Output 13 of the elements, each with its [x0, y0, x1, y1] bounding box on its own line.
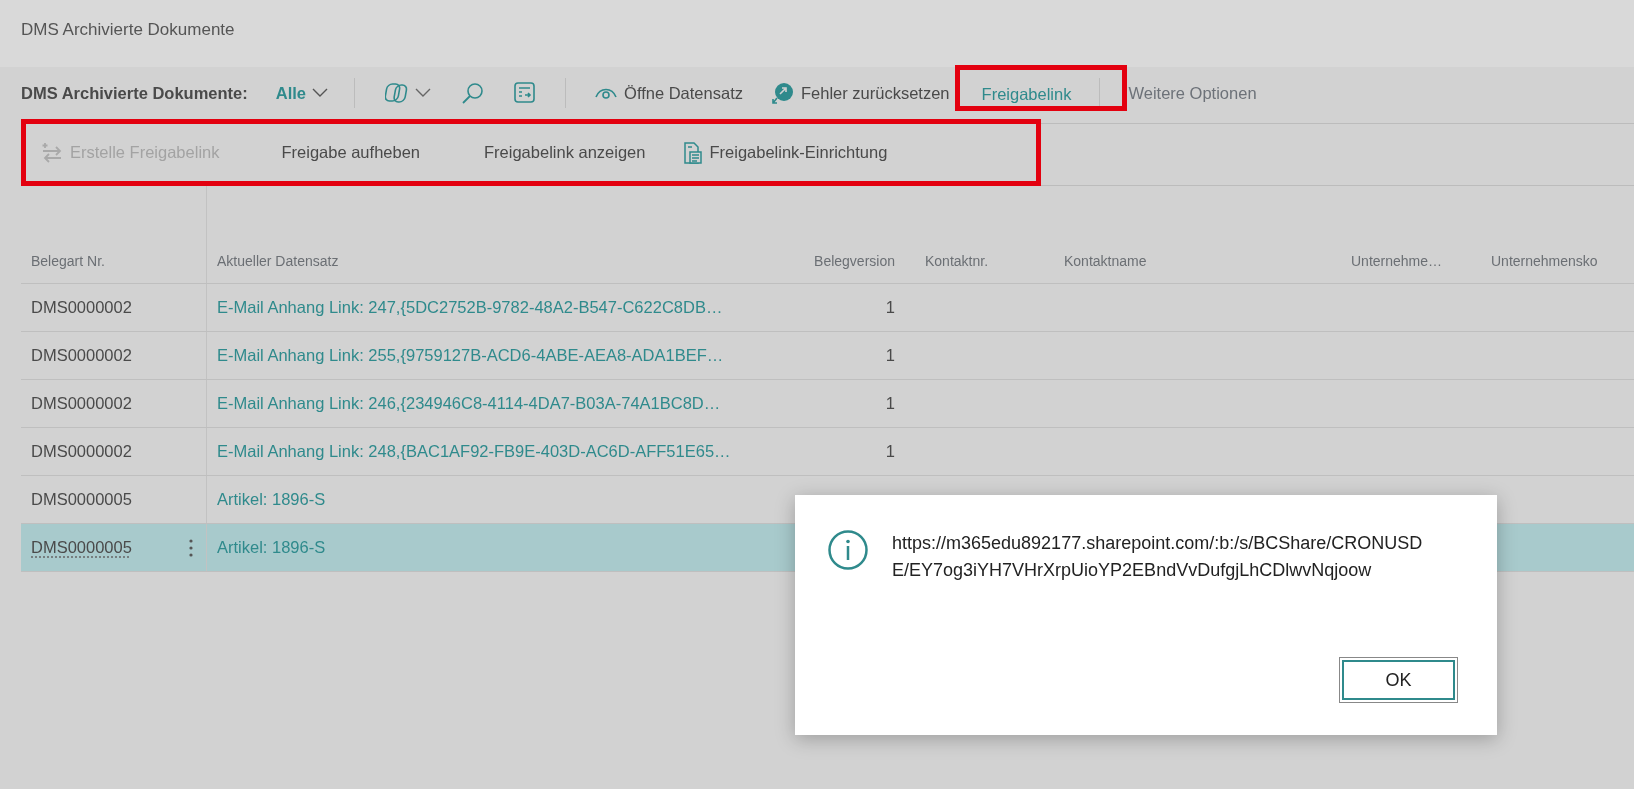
page-caption: DMS Archivierte Dokumente:: [21, 83, 248, 103]
table-cell: DMS0000002: [31, 442, 132, 461]
table-cell: 1: [885, 394, 895, 413]
table-cell: DMS0000002: [31, 394, 132, 413]
dialog-message: https://m365edu892177.sharepoint.com/:b:/s/BCShare/CRONUSDE/EY7og3iYH7VHrXrpUioYP2EBndVvDufgjLhCDlwvNqjoow: [892, 532, 1424, 582]
table-cell: 1: [885, 346, 895, 365]
table-cell: DMS0000002: [31, 346, 132, 365]
table-cell: 1: [885, 442, 895, 461]
table-cell: DMS0000002: [31, 298, 132, 317]
table-cell: DMS0000005: [31, 490, 132, 509]
page-title: DMS Archivierte Dokumente: [21, 20, 235, 39]
table-cell: 1: [885, 298, 895, 317]
table-cell: DMS0000005: [31, 538, 132, 557]
